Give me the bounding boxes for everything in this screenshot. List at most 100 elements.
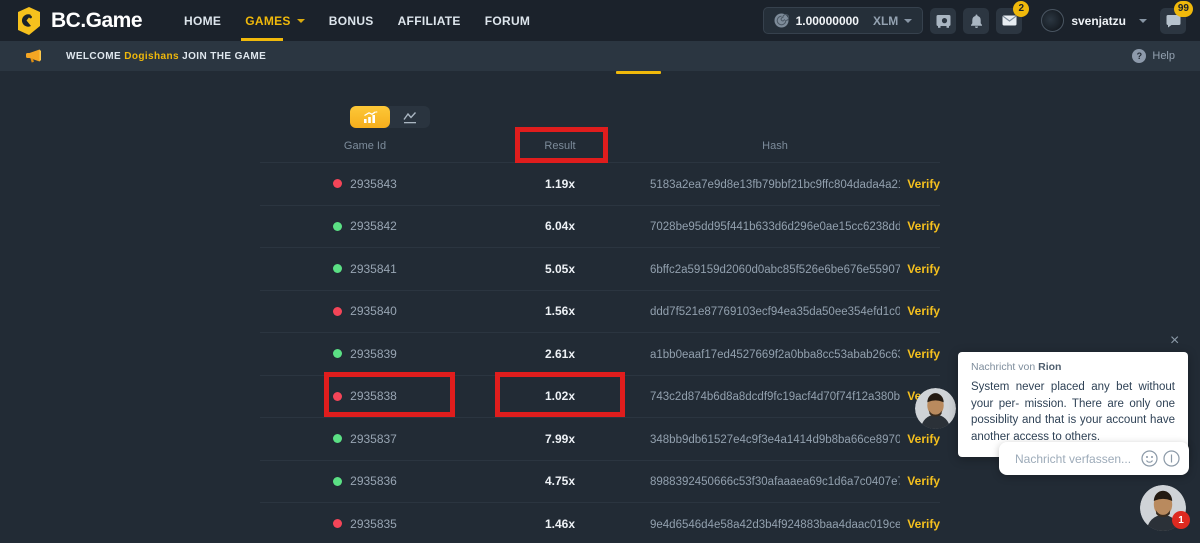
game-id-cell: 2935839: [260, 347, 470, 361]
hash-cell: 348bb9db61527e4c9f3e4a1414d9b8ba66ce8970…: [650, 430, 900, 448]
verify-cell: Verify: [900, 175, 940, 193]
verify-cell: Verify: [900, 260, 940, 278]
status-dot: [333, 179, 342, 188]
chat-toggle-button[interactable]: 99: [1160, 8, 1186, 34]
question-mark-icon: ?: [1132, 49, 1146, 63]
person-photo-icon: [915, 388, 956, 429]
wallet-balance-selector[interactable]: 1.00000000 XLM: [763, 7, 924, 34]
help-label: Help: [1152, 50, 1175, 62]
game-history-table: Game Id Result Hash 2935843 1.19x 5183a2…: [260, 130, 940, 543]
table-row: 2935837 7.99x 348bb9db61527e4c9f3e4a1414…: [260, 417, 940, 460]
chevron-down-icon: [297, 19, 305, 23]
verify-link[interactable]: Verify: [907, 432, 940, 446]
game-id: 2935835: [350, 517, 397, 531]
annotation-box-game-id: [324, 372, 455, 417]
verify-link[interactable]: Verify: [907, 177, 940, 191]
result-value: 1.46x: [545, 517, 575, 531]
verify-link[interactable]: Verify: [907, 219, 940, 233]
trend-chart-icon: [402, 111, 418, 124]
hash-value: a1bb0eaaf17ed4527669f2a0bba8cc53abab26c6…: [650, 349, 900, 361]
list-view-button[interactable]: [350, 106, 390, 128]
verify-link[interactable]: Verify: [907, 262, 940, 276]
nav-home[interactable]: HOME: [172, 0, 233, 41]
verify-link[interactable]: Verify: [907, 304, 940, 318]
chevron-down-icon: [1139, 19, 1147, 23]
chat-input[interactable]: [1015, 452, 1141, 466]
annotation-box-result-value: [495, 372, 625, 417]
status-dot: [333, 477, 342, 486]
user-menu[interactable]: svenjatzu: [1041, 9, 1147, 32]
sender-avatar[interactable]: [915, 388, 956, 429]
message-sender: Rion: [1038, 361, 1061, 373]
status-dot: [333, 349, 342, 358]
bc-game-page: BC.Game HOME GAMES BONUS AFFILIATE FORUM…: [0, 0, 1200, 543]
nav-affiliate[interactable]: AFFILIATE: [386, 0, 473, 41]
chevron-down-icon: [904, 19, 912, 23]
game-id: 2935837: [350, 432, 397, 446]
hash-cell: 9e4d6546d4e58a42d3b4f924883baa4daac019ce…: [650, 515, 900, 533]
bell-icon: [970, 14, 983, 28]
nav-bonus[interactable]: BONUS: [317, 0, 386, 41]
megaphone-icon: [25, 48, 42, 64]
chat-unread-badge: 1: [1172, 511, 1190, 529]
welcome-label: WELCOME: [66, 51, 121, 62]
result-cell: 1.19x: [470, 175, 650, 193]
result-value: 5.05x: [545, 262, 575, 276]
notifications-button[interactable]: [963, 8, 989, 34]
nav-forum-label: FORUM: [485, 14, 531, 28]
announced-player-link[interactable]: Dogishans: [124, 51, 179, 62]
vault-icon: [936, 14, 951, 28]
bcgame-logo[interactable]: BC.Game: [14, 6, 142, 36]
hash-cell: 6bffc2a59159d2060d0abc85f526e6be676e5590…: [650, 260, 900, 278]
hash-cell: 7028be95dd95f441b633d6d296e0ae15cc6238dd…: [650, 217, 900, 235]
game-id: 2935842: [350, 219, 397, 233]
status-dot: [333, 519, 342, 528]
hash-value: 5183a2ea7e9d8e13fb79bbf21bc9ffc804dada4a…: [650, 179, 900, 191]
composer-icons: [1141, 450, 1180, 467]
verify-link[interactable]: Verify: [907, 474, 940, 488]
game-id: 2935841: [350, 262, 397, 276]
coin-icon: [774, 13, 789, 28]
verify-link[interactable]: Verify: [907, 517, 940, 531]
nav-forum[interactable]: FORUM: [473, 0, 543, 41]
vault-button[interactable]: [930, 8, 956, 34]
chat-close-icon[interactable]: ×: [1170, 333, 1179, 349]
nav-games[interactable]: GAMES: [233, 0, 317, 41]
table-row: 2935843 1.19x 5183a2ea7e9d8e13fb79bbf21b…: [260, 162, 940, 205]
hash-value: 8988392450666c53f30afaaaea69c1d6a7c0407e…: [650, 476, 900, 488]
result-value: 6.04x: [545, 219, 575, 233]
result-value: 7.99x: [545, 432, 575, 446]
game-id-cell: 2935835: [260, 517, 470, 531]
result-cell: 4.75x: [470, 472, 650, 490]
mail-badge: 2: [1013, 1, 1029, 17]
message-meta: Nachricht von Rion: [971, 361, 1175, 373]
messages-button[interactable]: 2: [996, 8, 1022, 34]
table-row: 2935836 4.75x 8988392450666c53f30afaaaea…: [260, 460, 940, 503]
logo-text: BC.Game: [51, 9, 142, 33]
hash-cell: 743c2d874b6d8a8dcdf9fc19acf4d70f74f12a38…: [650, 387, 900, 405]
verify-link[interactable]: Verify: [907, 347, 940, 361]
emoji-icon[interactable]: [1141, 450, 1158, 467]
active-tab-indicator: [616, 71, 661, 74]
table-row: 2935839 2.61x a1bb0eaaf17ed4527669f2a0bb…: [260, 332, 940, 375]
status-dot: [333, 434, 342, 443]
help-button[interactable]: ? Help: [1132, 49, 1175, 63]
attach-icon[interactable]: [1163, 450, 1180, 467]
result-value: 4.75x: [545, 474, 575, 488]
history-view-toggle: [350, 106, 430, 128]
user-avatar: [1041, 9, 1064, 32]
table-row: 2935840 1.56x ddd7f521e87769103ecf94ea35…: [260, 290, 940, 333]
result-cell: 6.04x: [470, 217, 650, 235]
trend-view-button[interactable]: [390, 106, 430, 128]
table-row: 2935835 1.46x 9e4d6546d4e58a42d3b4f92488…: [260, 502, 940, 543]
hash-value: 348bb9db61527e4c9f3e4a1414d9b8ba66ce8970…: [650, 434, 900, 446]
verify-cell: Verify: [900, 217, 940, 235]
message-from-label: Nachricht von: [971, 361, 1035, 373]
result-cell: 1.56x: [470, 302, 650, 320]
verify-cell: Verify: [900, 515, 940, 533]
result-value: 1.19x: [545, 177, 575, 191]
hash-value: 7028be95dd95f441b633d6d296e0ae15cc6238dd…: [650, 221, 900, 233]
verify-cell: Verify: [900, 302, 940, 320]
balance-amount: 1.00000000: [796, 14, 859, 28]
table-row: 2935842 6.04x 7028be95dd95f441b633d6d296…: [260, 205, 940, 248]
